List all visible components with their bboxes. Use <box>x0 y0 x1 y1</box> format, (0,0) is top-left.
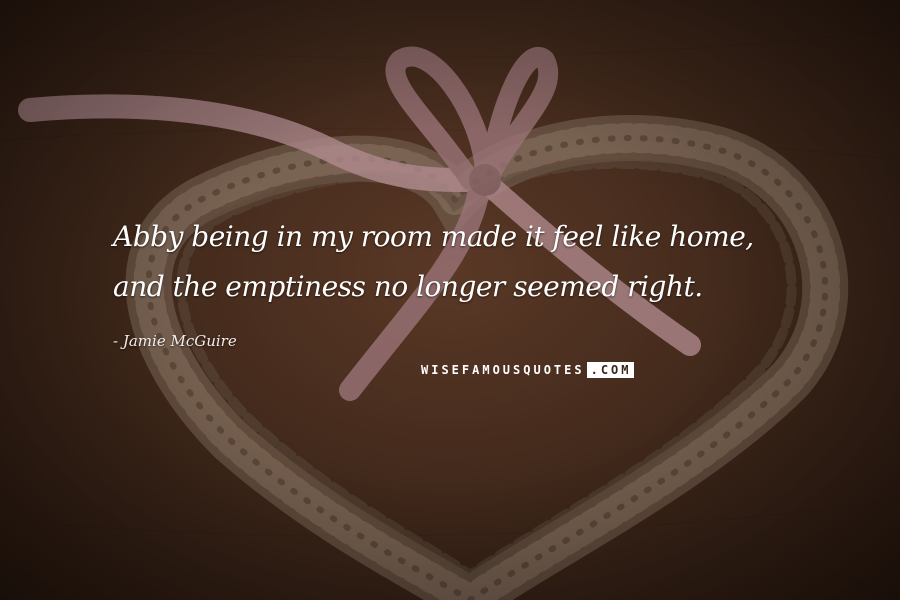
site-watermark: WISEFAMOUSQUOTES .COM <box>421 362 634 378</box>
watermark-domain-suffix: .COM <box>586 362 634 378</box>
quote-author: - Jamie McGuire <box>113 332 237 350</box>
quote-text: Abby being in my room made it feel like … <box>113 220 754 303</box>
author-name: Jamie McGuire <box>122 332 237 350</box>
author-dash: - <box>113 332 123 350</box>
watermark-site-name: WISEFAMOUSQUOTES <box>421 363 585 377</box>
